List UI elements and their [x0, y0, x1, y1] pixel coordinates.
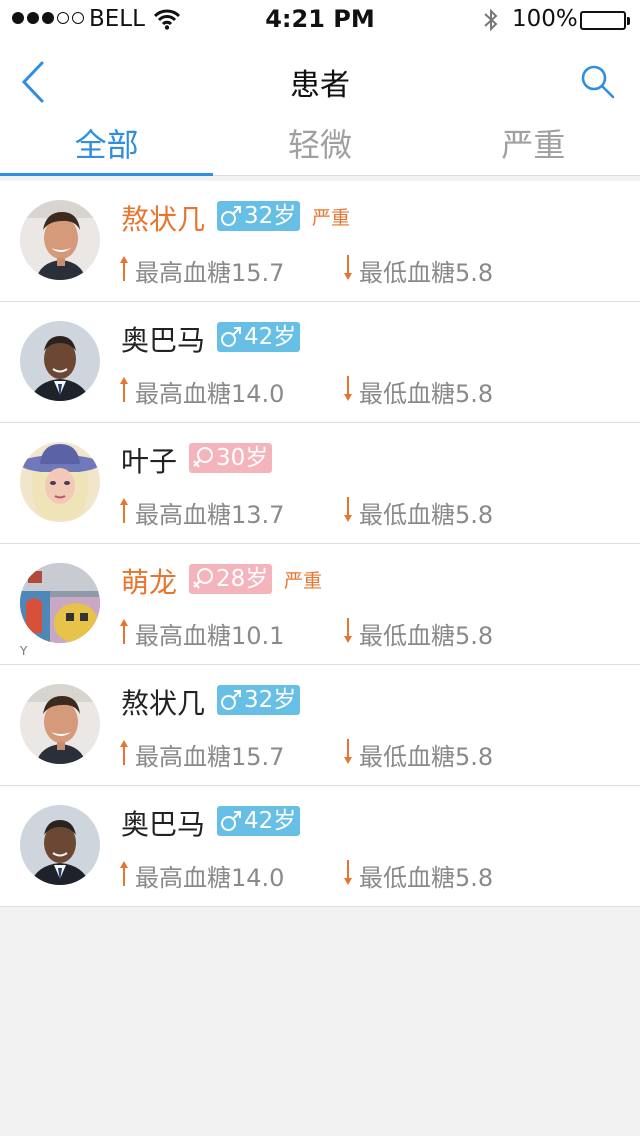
patient-avatar [20, 200, 100, 280]
patient-row[interactable]: 奥巴马 42岁最高血糖14.0 最低血糖5.8 [0, 302, 640, 423]
patients-screen: BELL 4:21 PM 100% 患者 全部 轻微 严重 熬状几 32岁 严重… [0, 0, 640, 1136]
patient-age: 42岁 [244, 808, 297, 834]
age-gender-badge: 28岁 [189, 564, 273, 594]
status-bar: BELL 4:21 PM 100% [0, 0, 640, 40]
patient-row[interactable]: 萌龙 28岁 严重最高血糖10.1 最低血糖5.8 Y [0, 544, 640, 665]
patient-list: 熬状几 32岁 严重 最高血糖15.7 最低血糖5.8 奥巴马 42岁 最高血糖14.0 最低血… [0, 181, 640, 907]
filter-tabs: 全部 轻微 严重 [0, 106, 640, 176]
min-blood-sugar-text: 最低血糖5.8 [359, 501, 494, 529]
patient-age: 42岁 [244, 324, 297, 350]
age-gender-badge: 32岁 [217, 685, 301, 715]
patient-avatar [20, 563, 100, 643]
min-blood-sugar: 最低血糖5.8 [343, 495, 493, 530]
patient-row[interactable]: 熬状几 32岁最高血糖15.7 最低血糖5.8 [0, 665, 640, 786]
patient-name: 奥巴马 [121, 324, 206, 357]
tab-severe[interactable]: 严重 [427, 106, 640, 175]
max-blood-sugar: 最高血糖15.7 [119, 253, 284, 288]
arrow-down-icon [343, 738, 353, 771]
tab-all[interactable]: 全部 [0, 106, 214, 176]
arrow-down-icon [343, 617, 353, 650]
max-blood-sugar-text: 最高血糖13.7 [135, 501, 285, 529]
patient-age: 30岁 [216, 445, 269, 471]
max-blood-sugar-text: 最高血糖15.7 [135, 743, 285, 771]
patient-avatar [20, 442, 100, 522]
min-blood-sugar: 最低血糖5.8 [343, 374, 493, 409]
avatar-corner-mark: Y [20, 644, 28, 658]
min-blood-sugar-text: 最低血糖5.8 [359, 259, 494, 287]
max-blood-sugar-text: 最高血糖15.7 [135, 259, 285, 287]
male-icon [220, 326, 242, 348]
patient-name: 奥巴马 [121, 808, 206, 841]
arrow-up-icon [119, 860, 129, 892]
max-blood-sugar: 最高血糖14.0 [119, 858, 284, 893]
female-icon [192, 567, 214, 591]
min-blood-sugar-text: 最低血糖5.8 [359, 622, 494, 650]
patient-row[interactable]: 奥巴马 42岁最高血糖14.0 最低血糖5.8 [0, 786, 640, 907]
male-icon [220, 810, 242, 832]
tab-mild[interactable]: 轻微 [213, 106, 426, 175]
max-blood-sugar: 最高血糖13.7 [119, 495, 284, 530]
age-gender-badge: 42岁 [217, 322, 301, 352]
severity-label: 严重 [312, 207, 351, 229]
patient-name: 叶子 [121, 445, 178, 478]
min-blood-sugar: 最低血糖5.8 [343, 858, 493, 893]
max-blood-sugar: 最高血糖14.0 [119, 374, 284, 409]
min-blood-sugar: 最低血糖5.8 [343, 616, 493, 651]
patient-age: 32岁 [244, 203, 297, 229]
min-blood-sugar: 最低血糖5.8 [343, 737, 493, 772]
arrow-up-icon [119, 497, 129, 529]
patient-row[interactable]: 叶子 30岁最高血糖13.7 最低血糖5.8 [0, 423, 640, 544]
arrow-down-icon [343, 496, 353, 529]
max-blood-sugar: 最高血糖15.7 [119, 737, 284, 772]
male-icon [220, 689, 242, 711]
max-blood-sugar-text: 最高血糖14.0 [135, 380, 285, 408]
arrow-down-icon [343, 254, 353, 287]
patient-name: 萌龙 [121, 566, 178, 599]
max-blood-sugar-text: 最高血糖14.0 [135, 864, 285, 892]
arrow-down-icon [343, 375, 353, 408]
battery-percentage: 100% [512, 6, 578, 32]
min-blood-sugar-text: 最低血糖5.8 [359, 380, 494, 408]
age-gender-badge: 30岁 [189, 443, 273, 473]
min-blood-sugar-text: 最低血糖5.8 [359, 743, 494, 771]
patient-age: 32岁 [244, 687, 297, 713]
arrow-up-icon [119, 255, 129, 287]
max-blood-sugar: 最高血糖10.1 [119, 616, 284, 651]
patient-age: 28岁 [216, 566, 269, 592]
page-title: 患者 [290, 68, 350, 103]
severity-label: 严重 [284, 570, 323, 592]
max-blood-sugar-text: 最高血糖10.1 [135, 622, 285, 650]
patient-row[interactable]: 熬状几 32岁 严重最高血糖15.7 最低血糖5.8 [0, 181, 640, 302]
arrow-down-icon [343, 859, 353, 892]
search-icon[interactable] [578, 62, 618, 102]
patient-name: 熬状几 [121, 687, 206, 720]
min-blood-sugar-text: 最低血糖5.8 [359, 864, 494, 892]
age-gender-badge: 42岁 [217, 806, 301, 836]
patient-avatar [20, 321, 100, 401]
battery-icon [580, 11, 630, 30]
patient-avatar [20, 805, 100, 885]
arrow-up-icon [119, 376, 129, 408]
age-gender-badge: 32岁 [217, 201, 301, 231]
male-icon [220, 205, 242, 227]
patient-avatar [20, 684, 100, 764]
arrow-up-icon [119, 618, 129, 650]
arrow-up-icon [119, 739, 129, 771]
bluetooth-icon [482, 7, 500, 37]
female-icon [192, 446, 214, 470]
patient-name: 熬状几 [121, 203, 206, 236]
min-blood-sugar: 最低血糖5.8 [343, 253, 493, 288]
